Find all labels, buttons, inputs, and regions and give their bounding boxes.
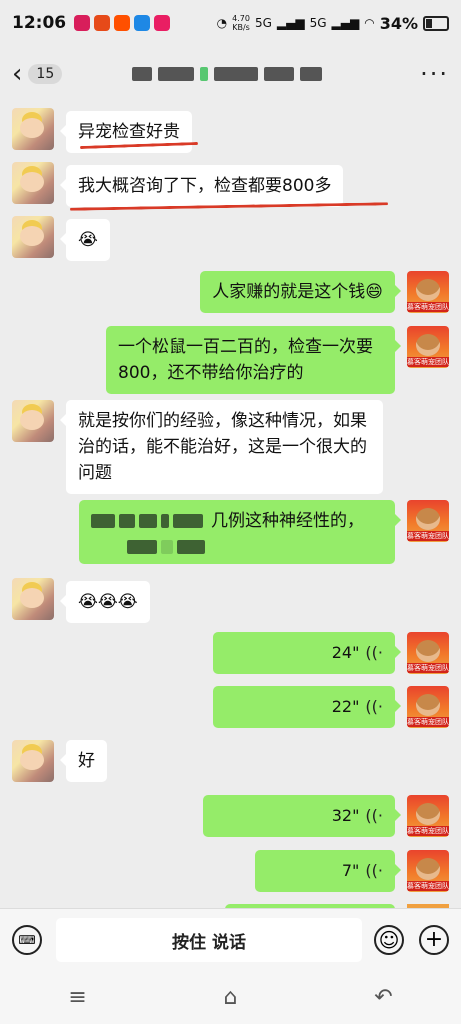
battery-percent: 34% (379, 13, 418, 33)
my-avatar[interactable]: 慕客萌宠团队 (407, 795, 449, 837)
unread-count-badge[interactable]: 15 (28, 64, 63, 84)
voice-message-bubble[interactable]: 24" ((· (213, 632, 401, 674)
app-notification-icon (94, 15, 111, 31)
emoji-icon[interactable]: ☺ (374, 925, 404, 955)
message-bubble[interactable]: 一个松鼠一百二百的，检查一次要800，还不带给你治疗的 (106, 326, 401, 394)
voice-message-bubble[interactable]: 32" ((· (203, 795, 401, 837)
back-icon[interactable]: ↶ (374, 985, 392, 1010)
contact-avatar[interactable] (12, 740, 54, 782)
input-bar: ⌨ 按住 说话 ☺ + (0, 908, 461, 971)
redacted-line (91, 534, 383, 560)
voice-duration: 24" (331, 643, 360, 662)
my-avatar[interactable]: 慕客萌宠团队 (407, 271, 449, 313)
message-bubble[interactable]: 人家赚的就是这个钱😄 (200, 271, 401, 313)
signal-bars-icon: ▂▄▆ (276, 16, 305, 30)
chat-title-redacted (132, 64, 372, 84)
signal-bars-icon: ▂▄▆ (331, 16, 360, 30)
status-time: 12:06 (12, 13, 67, 33)
menu-icon[interactable]: ≡ (68, 985, 86, 1010)
more-dots-icon[interactable]: ··· (420, 60, 449, 88)
voice-wave-icon: ((· (365, 643, 383, 662)
my-avatar[interactable]: 慕客萌宠团队 (407, 686, 449, 728)
signal-5g-icon: 5G (254, 16, 272, 30)
message-list[interactable]: 异宠检查好贵 我大概咨询了下，检查都要800多 😭 慕客萌宠团队 人家赚的就是这… (0, 102, 461, 908)
my-avatar[interactable]: 慕客萌宠团队 (407, 326, 449, 368)
contact-avatar[interactable] (12, 400, 54, 442)
message-bubble[interactable]: 好 (60, 740, 107, 782)
voice-message-bubble[interactable]: 22" ((· (213, 686, 401, 728)
contact-avatar[interactable] (12, 578, 54, 620)
contact-avatar[interactable] (12, 108, 54, 150)
app-notification-icon (154, 15, 171, 31)
message-bubble[interactable]: 几例这种神经性的， (79, 500, 401, 564)
signal-5g-icon: 5G (309, 16, 327, 30)
hold-to-talk-button[interactable]: 按住 说话 (56, 918, 362, 962)
voice-wave-icon: ((· (365, 697, 383, 716)
keyboard-icon[interactable]: ⌨ (12, 925, 42, 955)
system-navigation-bar: ≡ ⌂ ↶ (0, 970, 461, 1024)
home-icon[interactable]: ⌂ (224, 985, 238, 1010)
voice-duration: 32" (331, 806, 360, 825)
plus-icon[interactable]: + (419, 925, 449, 955)
wifi-icon: ◠ (364, 16, 375, 30)
contact-avatar[interactable] (12, 162, 54, 204)
emoji-message-bubble[interactable]: 😭😭😭 (60, 581, 150, 623)
my-avatar[interactable]: 慕客萌宠团队 (407, 500, 449, 542)
taobao-icon (114, 15, 131, 31)
voice-wave-icon: ((· (365, 861, 383, 880)
voice-message-bubble[interactable]: 7" ((· (255, 850, 401, 892)
voice-duration: 22" (331, 697, 360, 716)
message-bubble[interactable]: 我大概咨询了下，检查都要800多 (59, 165, 344, 207)
back-arrow-icon[interactable]: ‹ (12, 61, 22, 87)
battery-icon (423, 15, 449, 31)
app-notification-icon (134, 15, 151, 31)
contact-avatar[interactable] (12, 216, 54, 258)
message-bubble[interactable]: 就是按你们的经验，像这种情况，如果治的话，能不能治好，这是一个很大的问题 (60, 400, 383, 494)
my-avatar[interactable]: 慕客萌宠团队 (407, 850, 449, 892)
chat-header: ‹ 15 ··· (0, 46, 461, 102)
voice-duration: 7" (341, 861, 360, 880)
voice-wave-icon: ((· (365, 806, 383, 825)
emoji-message-bubble[interactable]: 😭 (60, 219, 110, 261)
network-speed: 4.70 KB/s (232, 14, 250, 32)
app-notification-icon (74, 15, 91, 31)
data-saver-icon: ◔ (216, 16, 228, 30)
redacted-line: 几例这种神经性的， (91, 508, 383, 534)
status-bar: 12:06 ◔ 4.70 KB/s 5G ▂▄▆ 5G ▂▄▆ ◠ 34% (0, 0, 461, 46)
my-avatar[interactable]: 慕客萌宠团队 (407, 632, 449, 674)
